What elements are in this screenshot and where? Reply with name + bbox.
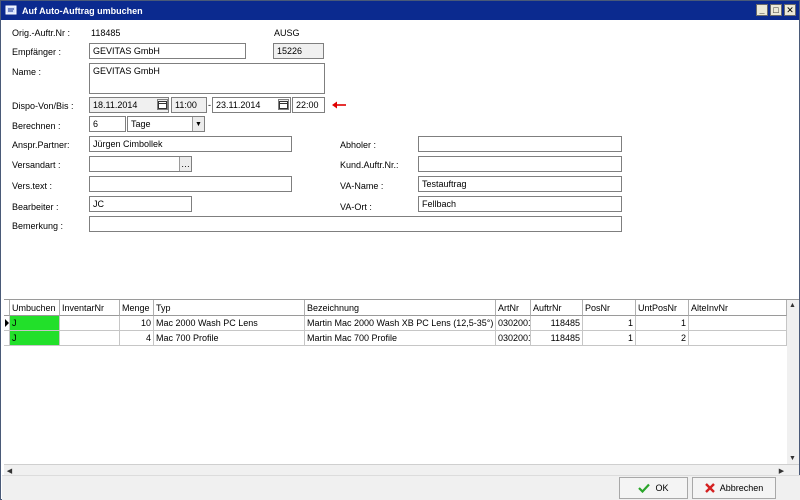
check-icon bbox=[638, 483, 651, 493]
dispo-from-time-field[interactable]: 11:00 bbox=[171, 97, 207, 113]
kund-label: Kund.Auftr.Nr.: bbox=[340, 160, 399, 170]
versandart-field[interactable] bbox=[89, 156, 192, 172]
cancel-button[interactable]: Abbrechen bbox=[692, 477, 776, 499]
bearbeiter-label: Bearbeiter : bbox=[12, 202, 59, 212]
berechnen-unit-value: Tage bbox=[131, 119, 151, 129]
table-cell-posnr[interactable]: 1 bbox=[583, 316, 636, 331]
table-cell-typ[interactable]: Mac 700 Profile bbox=[154, 331, 305, 346]
table-cell-umbuchen[interactable]: J bbox=[10, 316, 60, 331]
calendar-icon[interactable] bbox=[278, 99, 289, 110]
ausg-label: AUSG bbox=[274, 28, 300, 38]
scroll-down-icon[interactable]: ▼ bbox=[787, 453, 798, 464]
verstext-field[interactable] bbox=[89, 176, 292, 192]
window-title: Auf Auto-Auftrag umbuchen bbox=[22, 5, 143, 16]
name-field[interactable]: GEVITAS GmbH bbox=[89, 63, 325, 94]
vaort-field[interactable]: Fellbach bbox=[418, 196, 622, 212]
vertical-scrollbar[interactable]: ▲ ▼ bbox=[787, 300, 799, 464]
abholer-field[interactable] bbox=[418, 136, 622, 152]
chevron-down-icon[interactable]: ▼ bbox=[192, 117, 204, 131]
scroll-up-icon[interactable]: ▲ bbox=[787, 300, 798, 311]
vaort-label: VA-Ort : bbox=[340, 202, 372, 212]
col-header-bezeichnung[interactable]: Bezeichnung bbox=[305, 300, 496, 316]
bemerkung-field[interactable] bbox=[89, 216, 622, 232]
ok-label: OK bbox=[655, 483, 669, 493]
col-header-artnr[interactable]: ArtNr bbox=[496, 300, 531, 316]
bemerkung-label: Bemerkung : bbox=[12, 221, 64, 231]
dispo-separator: - bbox=[208, 100, 211, 110]
dispo-label: Dispo-Von/Bis : bbox=[12, 101, 74, 111]
footer-bar: OK Abbrechen bbox=[2, 475, 800, 500]
versandart-label: Versandart : bbox=[12, 160, 61, 170]
vaname-label: VA-Name : bbox=[340, 181, 384, 191]
name-label: Name : bbox=[12, 67, 42, 77]
berechnen-field[interactable]: 6 bbox=[89, 116, 126, 132]
table-cell-alteinvnr[interactable] bbox=[689, 316, 787, 331]
col-header-umbuchen[interactable]: Umbuchen bbox=[10, 300, 60, 316]
more-icon[interactable]: … bbox=[179, 157, 191, 171]
table-cell-artnr[interactable]: 0302001 bbox=[496, 331, 531, 346]
table-cell-typ[interactable]: Mac 2000 Wash PC Lens bbox=[154, 316, 305, 331]
table-cell-auftrnr[interactable]: 118485 bbox=[531, 331, 583, 346]
minimize-icon[interactable]: _ bbox=[756, 4, 768, 16]
table-cell-inventarnr[interactable] bbox=[60, 331, 120, 346]
bearbeiter-field[interactable]: JC bbox=[89, 196, 192, 212]
col-header-posnr[interactable]: PosNr bbox=[583, 300, 636, 316]
table-cell-menge[interactable]: 10 bbox=[120, 316, 154, 331]
maximize-icon[interactable]: □ bbox=[770, 4, 782, 16]
anspr-field[interactable]: Jürgen Cimbollek bbox=[89, 136, 292, 152]
table-cell-auftrnr[interactable]: 118485 bbox=[531, 316, 583, 331]
horizontal-scrollbar[interactable]: ◀ ▶ bbox=[4, 464, 799, 475]
table-cell-posnr[interactable]: 1 bbox=[583, 331, 636, 346]
empfaenger-label: Empfänger : bbox=[12, 47, 62, 57]
table-cell-umbuchen[interactable]: J bbox=[10, 331, 60, 346]
orig-label: Orig.-Auftr.Nr : bbox=[12, 28, 71, 38]
abholer-label: Abholer : bbox=[340, 140, 377, 150]
table-cell-menge[interactable]: 4 bbox=[120, 331, 154, 346]
verstext-label: Vers.text : bbox=[12, 181, 53, 191]
table-cell-untposnr[interactable]: 1 bbox=[636, 316, 689, 331]
table-cell-untposnr[interactable]: 2 bbox=[636, 331, 689, 346]
ok-button[interactable]: OK bbox=[619, 477, 688, 499]
empfaenger-code-field[interactable]: 15226 bbox=[273, 43, 324, 59]
red-arrow-icon bbox=[332, 101, 346, 109]
table-cell-bezeichnung[interactable]: Martin Mac 2000 Wash XB PC Lens (12,5-35… bbox=[305, 316, 496, 331]
col-header-typ[interactable]: Typ bbox=[154, 300, 305, 316]
table-cell-bezeichnung[interactable]: Martin Mac 700 Profile bbox=[305, 331, 496, 346]
col-header-menge[interactable]: Menge bbox=[120, 300, 154, 316]
berechnen-label: Berechnen : bbox=[12, 121, 61, 131]
col-header-alteinvnr[interactable]: AlteInvNr bbox=[689, 300, 787, 316]
items-grid[interactable]: Umbuchen InventarNr Menge Typ Bezeichnun… bbox=[4, 299, 799, 475]
cancel-label: Abbrechen bbox=[719, 483, 764, 493]
empfaenger-field[interactable]: GEVITAS GmbH bbox=[89, 43, 246, 59]
dialog-window: Auf Auto-Auftrag umbuchen _ □ ✕ Orig.-Au… bbox=[0, 0, 800, 500]
table-cell-artnr[interactable]: 0302001 bbox=[496, 316, 531, 331]
col-header-auftrnr[interactable]: AuftrNr bbox=[531, 300, 583, 316]
table-cell-inventarnr[interactable] bbox=[60, 316, 120, 331]
calendar-icon[interactable] bbox=[157, 99, 168, 110]
orig-value: 118485 bbox=[91, 28, 121, 38]
dispo-to-time-field[interactable]: 22:00 bbox=[292, 97, 325, 113]
col-header-inventarnr[interactable]: InventarNr bbox=[60, 300, 120, 316]
anspr-label: Anspr.Partner: bbox=[12, 140, 70, 150]
app-icon bbox=[4, 4, 18, 18]
x-icon bbox=[704, 483, 715, 493]
vaname-field[interactable]: Testauftrag bbox=[418, 176, 622, 192]
col-header-untposnr[interactable]: UntPosNr bbox=[636, 300, 689, 316]
table-cell-alteinvnr[interactable] bbox=[689, 331, 787, 346]
kund-field[interactable] bbox=[418, 156, 622, 172]
close-icon[interactable]: ✕ bbox=[784, 4, 796, 16]
title-bar[interactable]: Auf Auto-Auftrag umbuchen _ □ ✕ bbox=[1, 1, 799, 20]
